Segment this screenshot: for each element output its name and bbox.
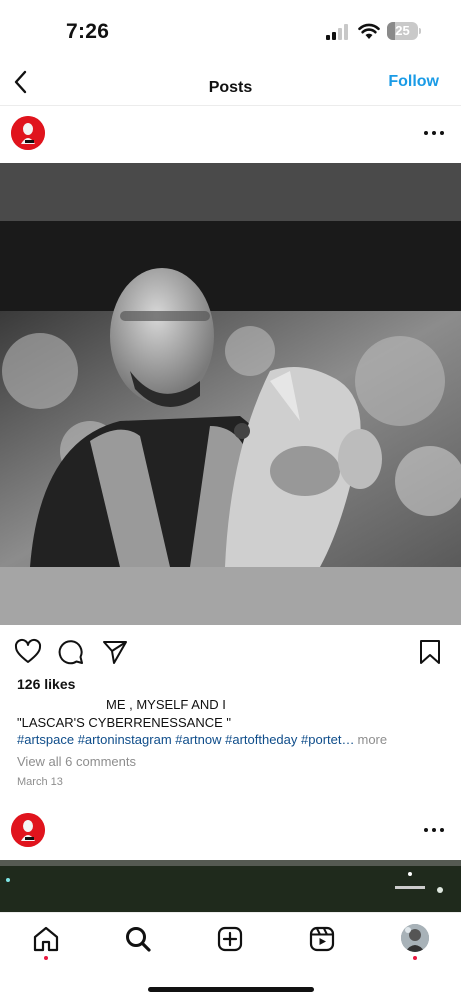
- more-options-icon[interactable]: [423, 822, 445, 838]
- post-date: March 13: [17, 776, 63, 788]
- caption-line-1: ME , MYSELF AND I: [106, 697, 226, 712]
- create-icon[interactable]: [216, 925, 244, 953]
- portrait-logo-icon: [11, 813, 45, 847]
- cellular-signal-icon: [326, 24, 348, 40]
- heart-icon[interactable]: [14, 638, 42, 666]
- post-header: [0, 115, 461, 155]
- nav-header: Posts Follow: [0, 60, 461, 106]
- profile-notification-dot: [413, 956, 417, 960]
- home-indicator: [148, 987, 314, 992]
- comment-icon[interactable]: [57, 638, 85, 666]
- search-icon[interactable]: [124, 925, 152, 953]
- bookmark-icon[interactable]: [416, 638, 444, 666]
- post-image[interactable]: [0, 860, 461, 912]
- status-bar: 7:26 25: [0, 0, 461, 60]
- more-options-icon[interactable]: [423, 125, 445, 141]
- profile-photo: [401, 924, 429, 952]
- caption-line-2: "LASCAR'S CYBERRENESSANCE ": [17, 715, 231, 730]
- likes-count[interactable]: 126 likes: [17, 676, 75, 692]
- battery-indicator: 25: [387, 22, 421, 40]
- wifi-icon: [358, 23, 380, 39]
- portrait-photo: [0, 221, 461, 567]
- share-icon[interactable]: [101, 638, 129, 666]
- follow-button[interactable]: Follow: [388, 73, 439, 91]
- home-notification-dot: [44, 956, 48, 960]
- status-time: 7:26: [66, 20, 110, 43]
- post-action-bar: [0, 634, 461, 670]
- author-avatar[interactable]: [11, 813, 45, 847]
- bottom-tab-bar: [0, 912, 461, 1000]
- caption-hashtags: #artspace #artoninstagram #artnow #artof…: [17, 732, 387, 747]
- post-header: [0, 812, 461, 852]
- view-comments-link[interactable]: View all 6 comments: [17, 754, 136, 769]
- hashtags-text[interactable]: #artspace #artoninstagram #artnow #artof…: [17, 732, 354, 747]
- profile-avatar[interactable]: [401, 924, 429, 952]
- battery-level: 25: [395, 23, 410, 38]
- post-image[interactable]: [0, 163, 461, 625]
- more-link[interactable]: more: [357, 732, 387, 747]
- author-avatar[interactable]: [11, 116, 45, 150]
- home-icon[interactable]: [32, 925, 60, 953]
- reels-icon[interactable]: [308, 925, 336, 953]
- portrait-logo-icon: [11, 116, 45, 150]
- next-post-preview: [0, 860, 461, 912]
